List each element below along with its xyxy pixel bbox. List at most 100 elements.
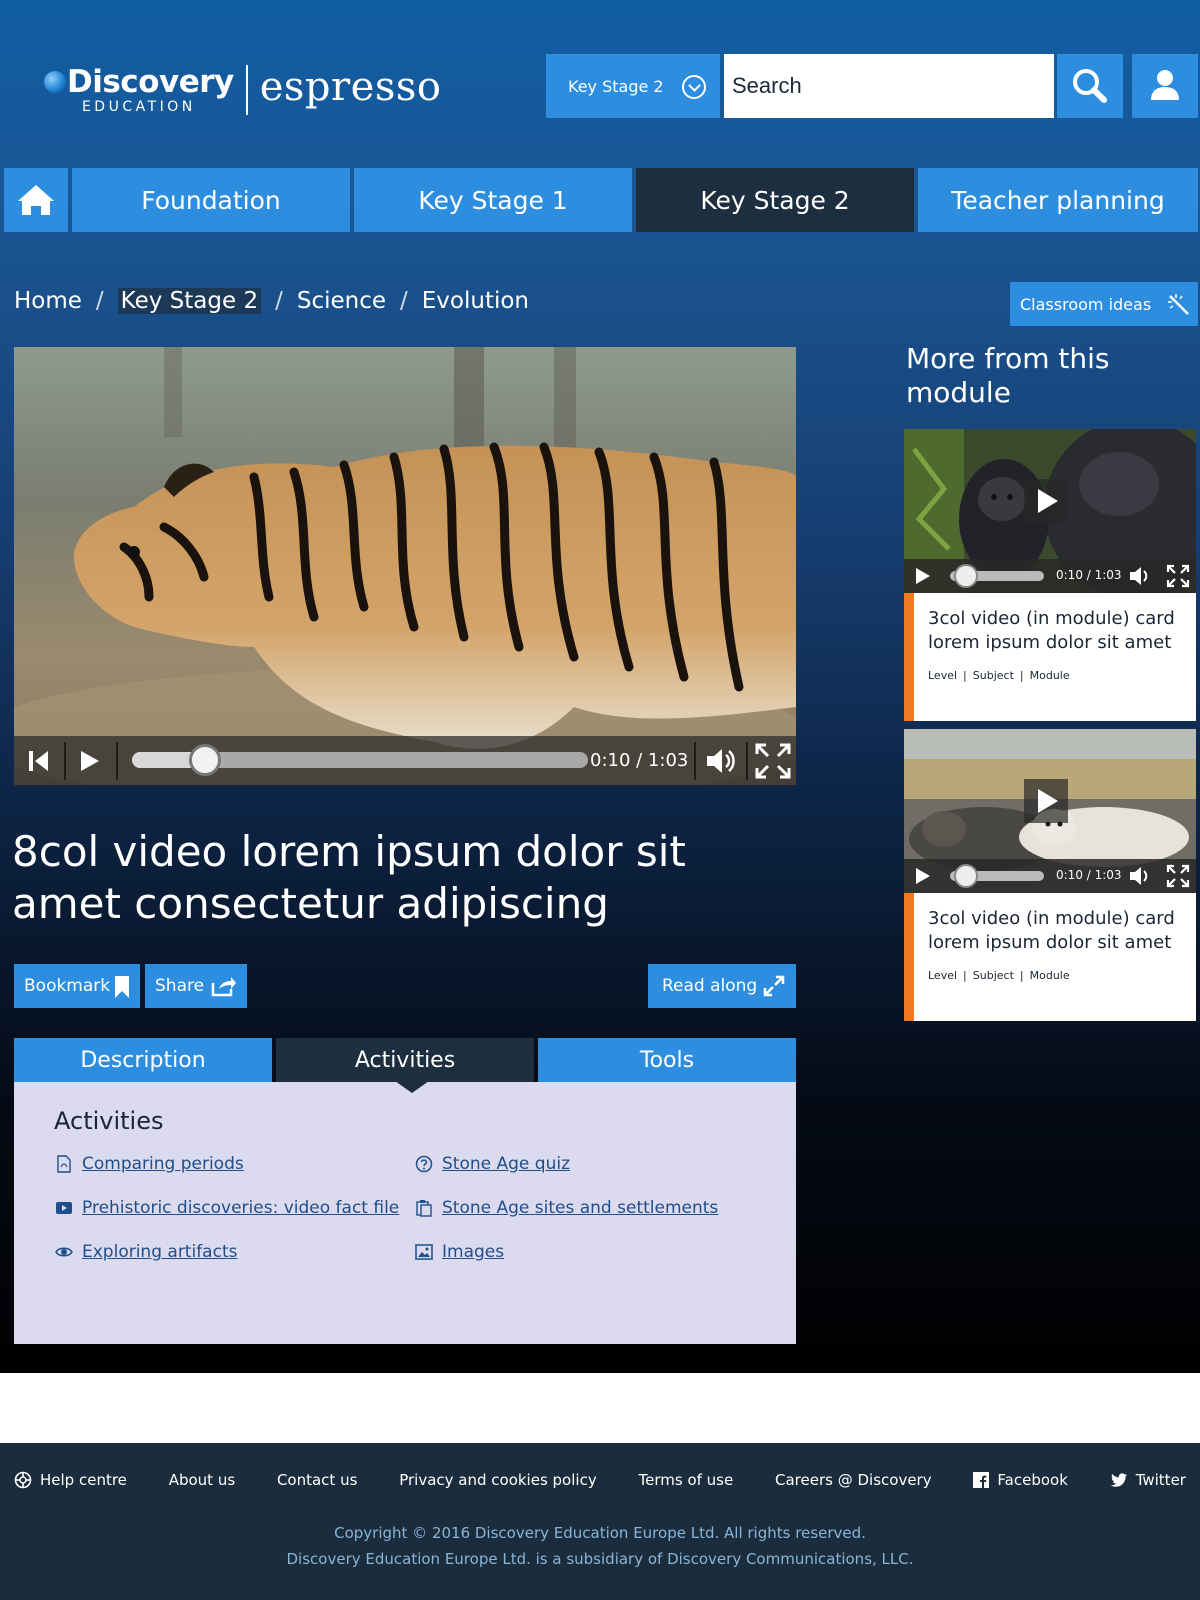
tab-activities[interactable]: Activities — [276, 1038, 534, 1082]
fullscreen-icon[interactable] — [754, 742, 792, 780]
user-account-button[interactable] — [1132, 54, 1198, 118]
module-video-card[interactable]: 0:10 / 1:03 3col video (in module) card … — [904, 429, 1196, 721]
espresso-wordmark: espresso — [259, 64, 442, 110]
card-progress-handle[interactable] — [954, 564, 978, 588]
control-divider — [746, 742, 748, 780]
breadcrumb-home[interactable]: Home — [14, 288, 82, 314]
card-title[interactable]: 3col video (in module) card lorem ipsum … — [928, 607, 1188, 655]
facebook-icon — [973, 1472, 990, 1488]
clipboard-icon — [414, 1198, 434, 1218]
breadcrumb-separator: / — [95, 288, 104, 314]
key-stage-select[interactable]: Key Stage 2 — [546, 54, 720, 118]
footer-link-help-centre[interactable]: Help centre — [14, 1471, 127, 1489]
copyright-text: Copyright © 2016 Discovery Education Eur… — [286, 1524, 914, 1568]
classroom-ideas-button[interactable]: Classroom ideas — [1010, 282, 1198, 326]
discovery-espresso-logo[interactable]: Discovery EDUCATION espresso — [44, 62, 441, 118]
chevron-down-icon — [682, 75, 706, 99]
footer-link-twitter[interactable]: Twitter — [1110, 1471, 1186, 1489]
card-play-overlay[interactable] — [1024, 779, 1068, 823]
play-icon — [1038, 789, 1058, 813]
progress-bar[interactable] — [132, 744, 588, 776]
footer-link-about-us[interactable]: About us — [169, 1471, 235, 1489]
activity-link-images[interactable]: Images — [414, 1238, 504, 1266]
video-icon — [54, 1198, 74, 1218]
search-input[interactable] — [724, 54, 1054, 118]
video-player[interactable] — [14, 347, 796, 785]
tiger-video-frame — [14, 347, 796, 785]
activity-link-stone-age-sites[interactable]: Stone Age sites and settlements — [414, 1194, 718, 1222]
activity-link-prehistoric-discoveries[interactable]: Prehistoric discoveries: video fact file — [54, 1194, 399, 1222]
control-divider — [116, 742, 118, 780]
read-along-button[interactable]: Read along — [648, 964, 796, 1008]
twitter-icon — [1110, 1473, 1127, 1487]
sidebar-title: More from this module — [906, 342, 1110, 409]
home-nav-button[interactable] — [4, 168, 68, 232]
breadcrumb: Home / Key Stage 2 / Science / Evolution — [14, 284, 529, 318]
nav-tab-key-stage-2[interactable]: Key Stage 2 — [636, 168, 914, 232]
search-button[interactable] — [1057, 54, 1123, 118]
play-icon[interactable] — [76, 748, 102, 774]
home-icon — [18, 185, 54, 215]
breadcrumb-separator: / — [275, 288, 283, 314]
volume-icon[interactable] — [1128, 865, 1152, 887]
activity-link-comparing-periods[interactable]: Comparing periods — [54, 1150, 244, 1178]
nav-tab-key-stage-1[interactable]: Key Stage 1 — [354, 168, 632, 232]
play-icon[interactable] — [912, 566, 932, 586]
user-icon — [1151, 70, 1179, 100]
card-title[interactable]: 3col video (in module) card lorem ipsum … — [928, 907, 1188, 955]
footer: Help centre About us Contact us Privacy … — [0, 1443, 1200, 1600]
footer-links: Help centre About us Contact us Privacy … — [14, 1471, 1186, 1489]
play-icon — [1038, 489, 1058, 513]
fullscreen-icon[interactable] — [1166, 564, 1190, 588]
card-accent-bar — [904, 593, 914, 721]
pdf-icon — [54, 1154, 74, 1174]
expand-icon — [763, 975, 785, 997]
progress-handle[interactable] — [188, 744, 221, 776]
breadcrumb-evolution: Evolution — [421, 288, 530, 314]
eye-icon — [54, 1242, 74, 1262]
card-progress-handle[interactable] — [954, 864, 978, 888]
breadcrumb-science[interactable]: Science — [297, 288, 386, 314]
play-icon[interactable] — [912, 866, 932, 886]
breadcrumb-key-stage-2[interactable]: Key Stage 2 — [117, 288, 262, 314]
footer-link-careers[interactable]: Careers @ Discovery — [775, 1471, 932, 1489]
tab-description[interactable]: Description — [14, 1038, 272, 1082]
footer-link-terms[interactable]: Terms of use — [639, 1471, 734, 1489]
control-divider — [694, 742, 696, 780]
card-time-display: 0:10 / 1:03 — [1056, 868, 1122, 882]
bookmark-button[interactable]: Bookmark — [14, 964, 140, 1008]
logo-divider — [245, 65, 248, 115]
nav-tab-foundation[interactable]: Foundation — [72, 168, 350, 232]
activities-heading: Activities — [54, 1107, 164, 1135]
card-video-thumbnail[interactable]: 0:10 / 1:03 — [904, 729, 1196, 893]
nav-tab-teacher-planning[interactable]: Teacher planning — [918, 168, 1198, 232]
skip-back-icon[interactable] — [26, 748, 52, 774]
bookmark-icon — [115, 976, 129, 998]
footer-link-privacy[interactable]: Privacy and cookies policy — [399, 1471, 597, 1489]
share-icon — [211, 977, 236, 997]
fullscreen-icon[interactable] — [1166, 864, 1190, 888]
activity-link-stone-age-quiz[interactable]: Stone Age quiz — [414, 1150, 570, 1178]
video-title: 8col video lorem ipsum dolor sit amet co… — [12, 827, 686, 928]
active-tab-pointer — [395, 1081, 429, 1093]
card-meta: Level | Subject | Module — [928, 669, 1070, 682]
footer-link-facebook[interactable]: Facebook — [973, 1471, 1068, 1489]
module-video-card[interactable]: 0:10 / 1:03 3col video (in module) card … — [904, 729, 1196, 1021]
card-play-overlay[interactable] — [1024, 479, 1068, 523]
card-video-controls: 0:10 / 1:03 — [904, 559, 1196, 593]
tab-tools[interactable]: Tools — [538, 1038, 796, 1082]
card-accent-bar — [904, 893, 914, 1021]
volume-icon[interactable] — [1128, 565, 1152, 587]
activity-link-exploring-artifacts[interactable]: Exploring artifacts — [54, 1238, 237, 1266]
share-button[interactable]: Share — [145, 964, 247, 1008]
search-icon — [1073, 69, 1107, 103]
image-icon — [414, 1242, 434, 1262]
card-video-thumbnail[interactable]: 0:10 / 1:03 — [904, 429, 1196, 593]
card-meta: Level | Subject | Module — [928, 969, 1070, 982]
breadcrumb-separator: / — [400, 288, 408, 314]
discovery-education-logo: Discovery EDUCATION — [44, 66, 234, 114]
globe-icon — [44, 71, 66, 93]
time-display: 0:10 / 1:03 — [590, 750, 689, 771]
volume-icon[interactable] — [704, 746, 738, 776]
footer-link-contact-us[interactable]: Contact us — [277, 1471, 357, 1489]
